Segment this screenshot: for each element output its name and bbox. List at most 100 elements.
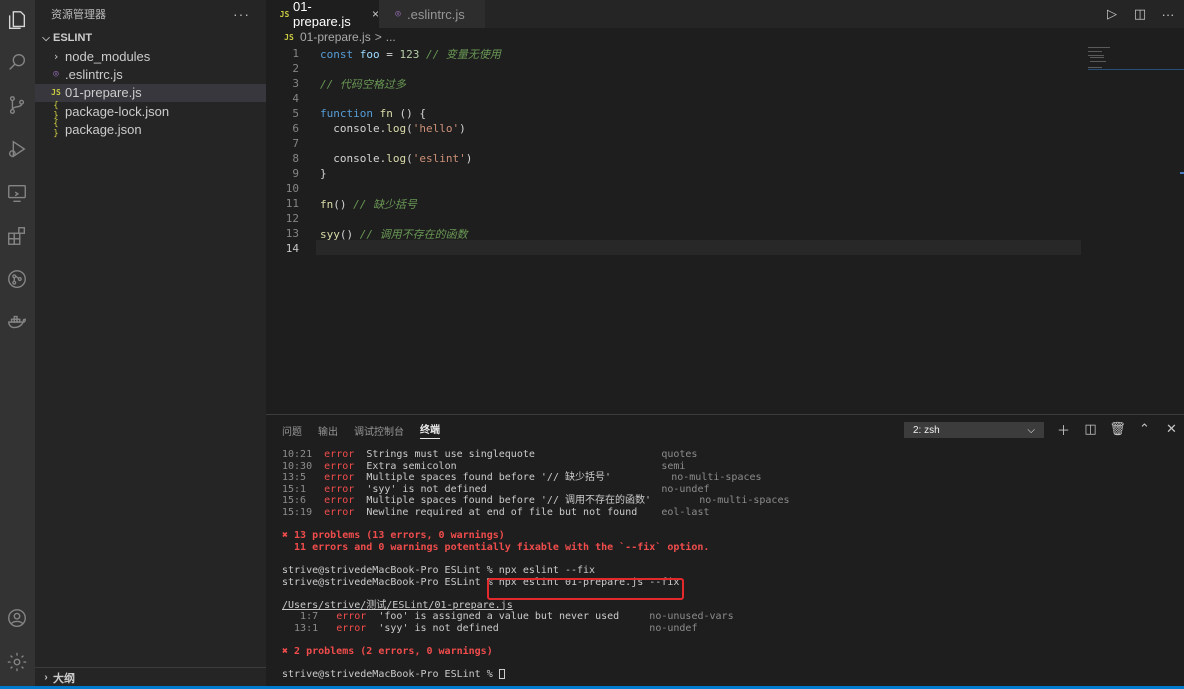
lint-rule: no-multi-spaces — [699, 495, 790, 507]
js-file-icon: JS — [279, 9, 290, 19]
line-number: 2 — [266, 61, 299, 76]
terminal-prompt-line: strive@strivedeMacBook-Pro ESLint % — [282, 669, 1172, 681]
tab-debug-console[interactable]: 调试控制台 — [354, 423, 404, 438]
extensions-icon[interactable] — [5, 224, 29, 248]
breadcrumb-rest[interactable]: ... — [386, 30, 396, 44]
lint-msg: Extra semicolon — [366, 460, 644, 472]
code-line-5: function fn () { — [266, 106, 1086, 121]
breadcrumb-file[interactable]: 01-prepare.js — [300, 30, 371, 44]
line-number: 10 — [266, 181, 299, 196]
docker-icon[interactable] — [5, 310, 29, 334]
string-literal: 'hello' — [412, 122, 460, 135]
eslint-config-icon: ◎ — [395, 9, 401, 19]
gitlens-icon[interactable] — [5, 267, 29, 291]
tree-item-package-lock[interactable]: { } package-lock.json — [35, 101, 266, 121]
chevron-down-icon: ⌵ — [1027, 424, 1035, 436]
punctuation: } — [320, 167, 327, 180]
lint-msg: Multiple spaces found before '// 缺少括号' — [366, 472, 654, 484]
operator: = — [386, 47, 393, 61]
tree-item-label: 01-prepare.js — [65, 85, 142, 101]
settings-gear-icon[interactable] — [5, 650, 29, 674]
account-icon[interactable] — [5, 606, 29, 630]
code-line-8: console.log('eslint') — [266, 151, 1086, 166]
split-terminal-icon[interactable]: ◫ — [1084, 421, 1097, 437]
current-line-highlight — [316, 240, 1081, 255]
panel-actions: ＋ ◫ 🗑 ⌃ ✕ — [1057, 421, 1178, 438]
close-panel-icon[interactable]: ✕ — [1165, 421, 1178, 437]
source-control-icon[interactable] — [5, 93, 29, 117]
tree-item-package-json[interactable]: { } package.json — [35, 119, 266, 140]
chevron-right-icon: › — [44, 672, 48, 683]
function-name: fn — [379, 107, 393, 120]
highlight-annotation-box — [487, 578, 684, 600]
chevron-right-icon: › — [52, 49, 60, 63]
lint-result-row: 10:30 error Extra semicolon semi — [282, 461, 1172, 473]
identifier: console. — [320, 152, 387, 165]
activity-bar — [0, 0, 35, 689]
lint-rule: no-multi-spaces — [671, 472, 762, 484]
lint-rule: eol-last — [661, 506, 710, 518]
lint-pos: 10:30 — [282, 460, 313, 472]
code-line-6: console.log('hello') — [266, 121, 1086, 136]
lint-pos: 15:6 — [282, 495, 313, 507]
lint-level: error — [324, 449, 355, 460]
remote-explorer-icon[interactable] — [5, 181, 29, 205]
line-number-label: 14 — [285, 242, 299, 255]
line-number-label: 10 — [285, 182, 299, 195]
punctuation: ( — [406, 152, 413, 165]
json-file-icon: { } — [53, 119, 59, 140]
tab-eslintrc[interactable]: ◎ .eslintrc.js — [379, 0, 485, 28]
terminal-command-line: strive@strivedeMacBook-Pro ESLint % npx … — [282, 577, 1172, 589]
lint-level: error — [324, 460, 355, 472]
lint-pos: 10:21 — [282, 449, 313, 460]
breadcrumb-separator: > — [374, 30, 382, 44]
code-line-9: } — [266, 166, 1086, 181]
tree-item-node-modules[interactable]: › node_modules — [35, 47, 266, 65]
run-icon[interactable]: ▷ — [1104, 6, 1120, 22]
lint-result-row: 13:5 error Multiple spaces found before … — [282, 472, 1172, 484]
tab-01-prepare[interactable]: JS 01-prepare.js × — [266, 0, 379, 29]
code-line-11: fn() // 缺少括号 — [266, 196, 1086, 211]
lint-rule: no-undef — [649, 622, 698, 634]
line-number: 7 — [266, 136, 299, 151]
maximize-panel-icon[interactable]: ⌃ — [1138, 421, 1151, 437]
tree-item-01-prepare[interactable]: JS 01-prepare.js — [35, 83, 266, 102]
string-literal: 'eslint' — [412, 152, 466, 165]
comment: // 变量无使用 — [426, 47, 501, 61]
explorer-icon[interactable] — [5, 8, 29, 32]
outline-section-header[interactable]: › 大纲 — [35, 667, 266, 687]
workspace-folder-header[interactable]: ⌵ ESLINT — [35, 29, 266, 47]
punctuation: ) — [465, 152, 473, 165]
more-actions-icon[interactable]: ··· — [1160, 6, 1176, 22]
code-editor[interactable]: 1 2 3 4 5 6 7 8 9 10 11 12 13 14 const foo = 123 // 变… — [266, 46, 1184, 414]
search-icon[interactable] — [5, 50, 29, 74]
new-terminal-icon[interactable]: ＋ — [1057, 421, 1070, 438]
breadcrumb: JS 01-prepare.js > ... — [266, 28, 1184, 46]
lint-pos: 13:5 — [282, 472, 313, 484]
split-editor-icon[interactable]: ◫ — [1132, 6, 1148, 22]
terminal-output[interactable]: 10:21 error Strings must use singlequote… — [282, 449, 1172, 681]
minimap[interactable] — [1086, 46, 1184, 106]
tab-output[interactable]: 输出 — [318, 423, 338, 438]
lint-result-row: 1:7 error 'foo' is assigned a value but … — [282, 611, 1172, 623]
editor-actions: ▷ ◫ ··· — [1104, 0, 1176, 28]
file-path[interactable]: /Users/strive/测试/ESLint/01-prepare.js — [282, 600, 1172, 612]
problems-summary: ✖ 2 problems (2 errors, 0 warnings) — [282, 646, 493, 658]
tab-terminal[interactable]: 终端 — [420, 421, 440, 439]
function-call: syy — [320, 227, 340, 241]
line-number-label: 4 — [292, 92, 299, 105]
panel-tabs: 问题 输出 调试控制台 终端 — [266, 415, 1184, 445]
tab-problems[interactable]: 问题 — [282, 423, 302, 438]
run-debug-icon[interactable] — [5, 137, 29, 161]
method-name: log — [386, 122, 407, 135]
lint-rule: quotes — [661, 449, 698, 460]
workspace-folder-label: ESLINT — [53, 32, 93, 44]
kill-terminal-icon[interactable]: 🗑 — [1109, 421, 1126, 437]
tree-item-eslintrc[interactable]: ◎ .eslintrc.js — [35, 65, 266, 83]
close-icon[interactable]: × — [372, 7, 379, 21]
punctuation: () — [339, 227, 354, 241]
more-actions-icon[interactable]: ··· — [233, 6, 250, 22]
outline-label: 大纲 — [53, 672, 75, 685]
terminal-select[interactable]: 2: zsh ⌵ — [904, 422, 1044, 438]
lint-level: error — [324, 483, 355, 495]
